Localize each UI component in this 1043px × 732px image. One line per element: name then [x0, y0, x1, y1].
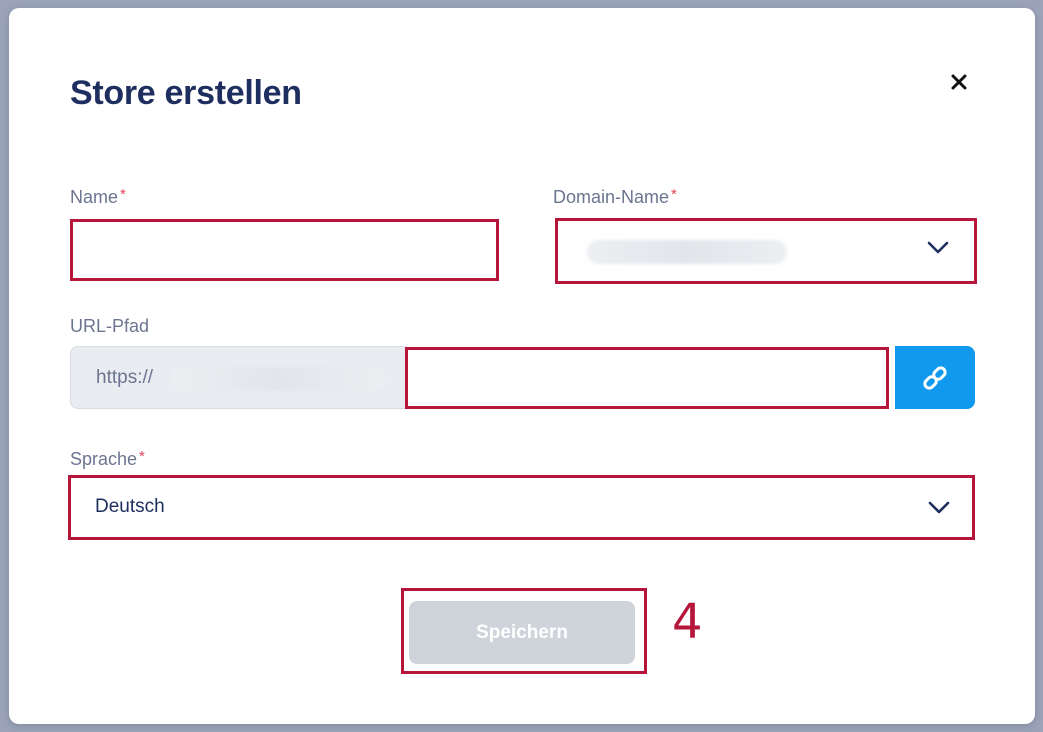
- dialog-title: Store erstellen: [70, 74, 302, 112]
- name-label-text: Name: [70, 187, 119, 207]
- language-select[interactable]: Deutsch: [70, 477, 973, 538]
- link-icon: [923, 365, 947, 390]
- generate-link-button[interactable]: [895, 346, 975, 409]
- domain-value-redacted: [587, 240, 787, 264]
- url-prefix-text: https://: [96, 367, 154, 388]
- step-number-annotation: 4: [672, 594, 703, 650]
- required-mark: *: [671, 186, 677, 203]
- language-label: Sprache *: [70, 448, 145, 470]
- chevron-down-icon: [927, 241, 949, 254]
- language-value: Deutsch: [95, 496, 165, 517]
- close-button[interactable]: [945, 68, 973, 96]
- domain-label-text: Domain-Name: [553, 187, 670, 207]
- url-prefix: https://: [70, 346, 405, 409]
- url-path-label: URL-Pfad: [70, 316, 150, 336]
- name-label: Name *: [70, 186, 126, 208]
- create-store-dialog: Store erstellen Name * Domain-Name * URL-P…: [9, 8, 1035, 724]
- url-prefix-redacted: [171, 367, 386, 391]
- language-label-text: Sprache: [70, 449, 138, 469]
- domain-select[interactable]: [557, 220, 975, 282]
- save-button[interactable]: Speichern: [409, 601, 635, 664]
- url-path-input[interactable]: [407, 349, 887, 407]
- required-mark: *: [139, 448, 145, 465]
- required-mark: *: [120, 186, 126, 203]
- close-icon: [951, 74, 967, 90]
- domain-label: Domain-Name *: [553, 186, 677, 208]
- chevron-down-icon: [928, 501, 950, 514]
- name-input[interactable]: [72, 221, 497, 279]
